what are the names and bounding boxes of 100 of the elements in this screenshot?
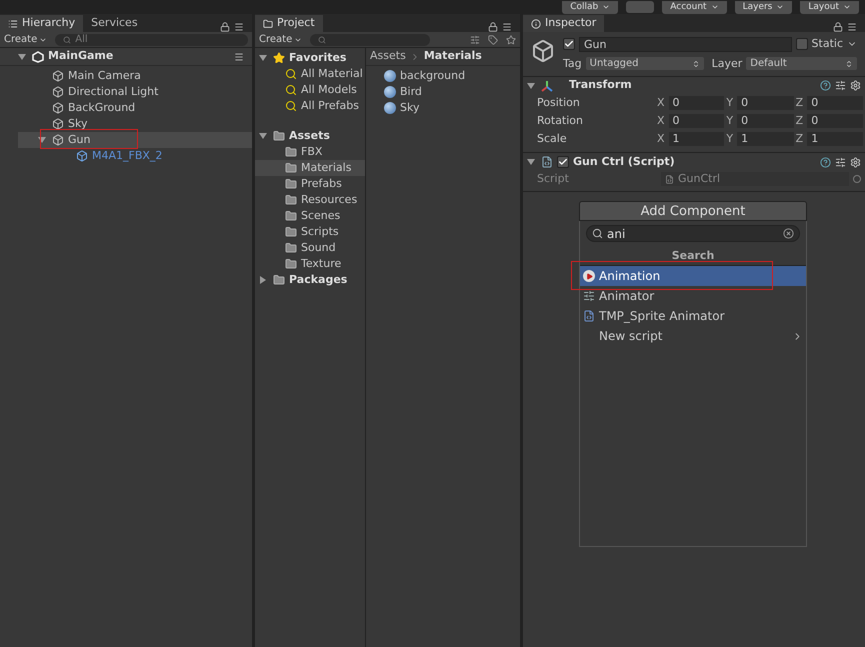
folder-item[interactable]: Scenes — [255, 208, 365, 224]
static-checkbox[interactable] — [796, 38, 808, 50]
expand-arrow-icon[interactable] — [527, 158, 537, 166]
target-icon[interactable] — [853, 175, 861, 183]
favorite-item[interactable]: All Models — [255, 82, 365, 98]
active-checkbox[interactable] — [563, 38, 575, 50]
object-name: Gun — [68, 132, 90, 148]
settings-icon[interactable] — [850, 156, 861, 168]
toolbar-dropdown[interactable]: Layout — [800, 0, 859, 14]
material-item[interactable]: background — [384, 68, 520, 84]
filter-type-icon[interactable] — [470, 34, 480, 44]
number-field[interactable]: 1 — [807, 132, 863, 146]
property-label: Scale — [537, 130, 568, 147]
help-icon[interactable] — [820, 156, 831, 168]
search-icon — [285, 84, 297, 96]
layer-dropdown[interactable]: Default — [746, 57, 857, 70]
folder-item[interactable]: FBX — [255, 144, 365, 160]
caret-icon — [843, 3, 851, 11]
folder-item[interactable]: Materials — [255, 160, 365, 176]
menu-icon[interactable] — [847, 22, 857, 32]
hierarchy-item[interactable]: Gun — [18, 132, 252, 148]
hierarchy-item[interactable]: M4A1_FBX_2 — [42, 148, 252, 164]
add-component-button[interactable]: Add Component — [579, 201, 807, 221]
star-icon — [273, 52, 285, 64]
component-result[interactable]: Animation — [580, 266, 806, 286]
star-icon[interactable] — [506, 34, 516, 44]
material-item[interactable]: Sky — [384, 100, 520, 116]
number-field[interactable]: 0 — [668, 114, 724, 128]
panel-tab[interactable]: Hierarchy — [0, 15, 84, 32]
lock-icon[interactable] — [220, 22, 230, 32]
number-field[interactable]: 0 — [737, 114, 794, 128]
number-field[interactable]: 1 — [668, 132, 724, 146]
expand-arrow-icon[interactable] — [18, 52, 28, 60]
toolbar-dropdown[interactable]: Collab — [562, 0, 618, 14]
create-dropdown[interactable]: Create — [4, 32, 48, 47]
tag-icon[interactable] — [488, 34, 498, 44]
tag-dropdown[interactable]: Untagged — [586, 57, 704, 70]
hierarchy-item[interactable]: Directional Light — [18, 84, 252, 100]
folder-icon — [263, 18, 273, 28]
play-icon — [583, 270, 595, 282]
toolbar-dropdown[interactable]: Layers — [734, 0, 792, 14]
clear-icon[interactable] — [783, 228, 794, 239]
folder-item[interactable]: Sound — [255, 240, 365, 256]
favorite-item[interactable]: All Material — [255, 66, 365, 82]
name-field[interactable]: Gun — [579, 36, 792, 52]
component-result[interactable]: New script — [580, 326, 806, 346]
breadcrumb-item[interactable]: Assets — [370, 48, 406, 65]
create-dropdown[interactable]: Create — [259, 32, 302, 47]
axes-icon — [541, 80, 553, 92]
hierarchy-item[interactable]: BackGround — [18, 100, 252, 116]
cube-icon — [52, 118, 64, 130]
folder-icon — [285, 162, 297, 174]
hierarchy-item[interactable]: Sky — [18, 116, 252, 132]
preset-icon[interactable] — [835, 80, 846, 91]
axis-label: X — [657, 112, 665, 129]
object-name: M4A1_FBX_2 — [92, 148, 162, 164]
number-field[interactable]: 1 — [737, 132, 794, 146]
number-field[interactable]: 0 — [807, 114, 863, 128]
axis-label: X — [657, 94, 665, 111]
menu-icon[interactable] — [234, 52, 244, 62]
lock-icon[interactable] — [488, 22, 498, 32]
search-icon — [318, 36, 326, 44]
search-icon — [592, 228, 603, 239]
expand-arrow-icon[interactable] — [38, 136, 48, 144]
component-result[interactable]: Animator — [580, 286, 806, 306]
preset-icon[interactable] — [835, 156, 846, 168]
search-field[interactable] — [310, 34, 430, 46]
expand-arrow-icon[interactable] — [259, 54, 269, 62]
panel-tab[interactable]: Services — [83, 15, 146, 32]
expand-arrow-icon[interactable] — [259, 132, 269, 140]
scene-name: MainGame — [48, 48, 114, 64]
component-title: Gun Ctrl (Script) — [573, 154, 676, 170]
folder-icon — [285, 178, 297, 190]
breadcrumb-item[interactable]: Materials — [424, 48, 482, 65]
help-icon[interactable] — [820, 80, 831, 91]
number-field[interactable]: 0 — [668, 96, 724, 110]
component-result[interactable]: TMP_Sprite Animator — [580, 306, 806, 326]
panel-tab[interactable]: Project — [255, 15, 323, 32]
settings-icon[interactable] — [850, 80, 861, 91]
toolbar-dropdown[interactable]: Account — [662, 0, 727, 14]
static-label: Static — [812, 36, 843, 52]
lock-icon[interactable] — [833, 22, 843, 32]
prefab-cube-icon — [76, 150, 88, 162]
search-field[interactable]: ani — [586, 225, 800, 242]
folder-item[interactable]: Scripts — [255, 224, 365, 240]
menu-icon[interactable] — [502, 22, 512, 32]
folder-item[interactable]: Texture — [255, 256, 365, 272]
material-item[interactable]: Bird — [384, 84, 520, 100]
hierarchy-item[interactable]: Main Camera — [18, 68, 252, 84]
expand-arrow-icon[interactable] — [527, 82, 537, 90]
number-field[interactable]: 0 — [807, 96, 863, 110]
folder-item[interactable]: Prefabs — [255, 176, 365, 192]
number-field[interactable]: 0 — [737, 96, 794, 110]
cube-icon — [531, 39, 555, 63]
axis-label: Z — [796, 94, 804, 111]
enabled-checkbox[interactable] — [557, 156, 569, 168]
menu-icon[interactable] — [234, 22, 244, 32]
folder-item[interactable]: Resources — [255, 192, 365, 208]
favorite-item[interactable]: All Prefabs — [255, 98, 365, 114]
panel-tab[interactable]: Inspector — [523, 15, 604, 32]
